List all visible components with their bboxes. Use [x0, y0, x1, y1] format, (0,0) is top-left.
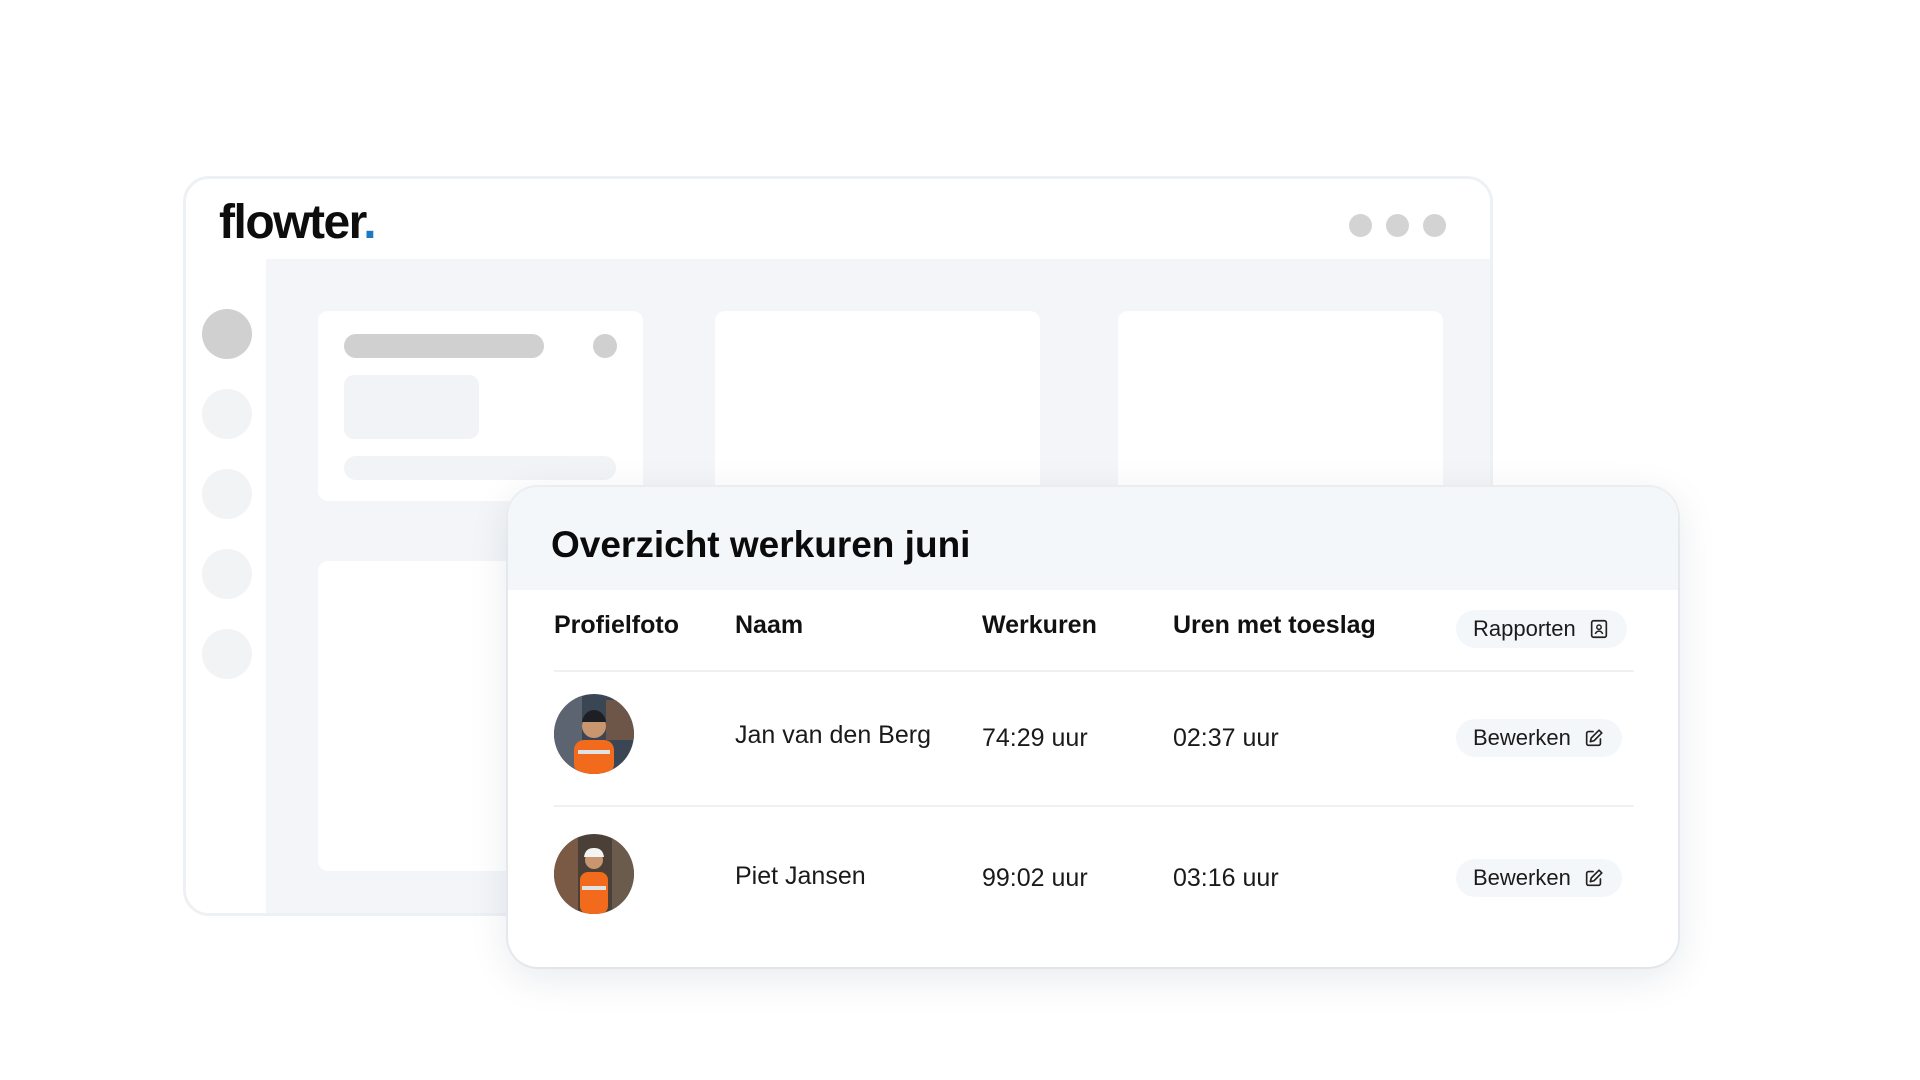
window-controls — [1349, 214, 1446, 237]
card-title: Overzicht werkuren juni — [551, 524, 971, 565]
flowter-logo[interactable]: flowter. — [219, 196, 377, 249]
placeholder-line — [344, 456, 616, 480]
row-hours: 74:29 uur — [982, 724, 1088, 752]
row-surcharge: 03:16 uur — [1173, 864, 1279, 892]
reports-button-label: Rapporten — [1473, 616, 1576, 641]
sidebar-item[interactable] — [202, 469, 252, 519]
window-control-dot[interactable] — [1349, 214, 1372, 237]
edit-button[interactable]: Bewerken — [1456, 859, 1622, 897]
profile-photo-avatar — [554, 834, 634, 914]
placeholder-card — [1118, 311, 1443, 501]
profile-photo-avatar — [554, 694, 634, 774]
report-icon — [1590, 619, 1607, 639]
column-header-photo: Profielfoto — [554, 611, 679, 639]
edit-icon — [1585, 729, 1603, 747]
card-header: Overzicht werkuren juni — [508, 487, 1678, 590]
row-divider — [554, 670, 1634, 672]
placeholder-card — [318, 311, 643, 501]
app-header: flowter. — [186, 179, 1490, 259]
edit-button-label: Bewerken — [1473, 865, 1571, 890]
column-header-hours: Werkuren — [982, 611, 1097, 639]
sidebar — [186, 259, 266, 913]
row-hours: 99:02 uur — [982, 864, 1088, 892]
edit-button-label: Bewerken — [1473, 725, 1571, 750]
sidebar-item[interactable] — [202, 389, 252, 439]
edit-icon — [1585, 869, 1603, 887]
row-name: Jan van den Berg — [735, 721, 931, 749]
placeholder-title-bar — [344, 334, 544, 358]
row-name: Piet Jansen — [735, 862, 866, 890]
column-header-name: Naam — [735, 611, 804, 639]
reports-button[interactable]: Rapporten — [1456, 610, 1627, 648]
row-surcharge: 02:37 uur — [1173, 724, 1279, 752]
placeholder-block — [344, 375, 479, 439]
placeholder-dot — [593, 334, 617, 358]
sidebar-item[interactable] — [202, 629, 252, 679]
window-control-dot[interactable] — [1386, 214, 1409, 237]
window-control-dot[interactable] — [1423, 214, 1446, 237]
logo-text: flowter — [219, 196, 365, 249]
work-hours-overview-card: Overzicht werkuren juni Profielfoto Naam… — [508, 487, 1678, 967]
edit-button[interactable]: Bewerken — [1456, 719, 1622, 757]
logo-dot: . — [363, 196, 376, 249]
sidebar-item[interactable] — [202, 549, 252, 599]
column-header-surcharge: Uren met toeslag — [1173, 611, 1376, 639]
row-divider — [554, 805, 1634, 807]
sidebar-item-active[interactable] — [202, 309, 252, 359]
placeholder-card — [715, 311, 1040, 501]
